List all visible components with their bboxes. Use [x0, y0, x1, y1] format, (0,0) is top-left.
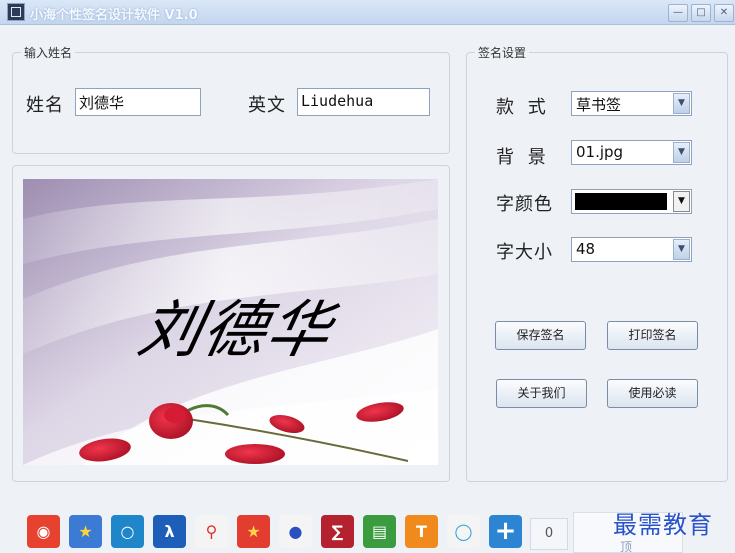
size-select-value: 48 — [576, 240, 596, 258]
baidu-icon[interactable]: ● — [279, 515, 312, 548]
color-swatch — [575, 193, 667, 210]
chevron-down-icon[interactable]: ▼ — [673, 239, 690, 260]
weibo-icon[interactable]: ◉ — [27, 515, 60, 548]
close-button[interactable]: ✕ — [714, 4, 734, 22]
style-select[interactable]: 草书签 ▼ — [571, 91, 692, 116]
minimize-button[interactable]: — — [668, 4, 688, 22]
maximize-button[interactable]: □ — [691, 4, 711, 22]
douban-icon[interactable]: ▤ — [363, 515, 396, 548]
background-label: 背 景 — [496, 147, 550, 168]
size-select[interactable]: 48 ▼ — [571, 237, 692, 262]
color-select[interactable]: ▼ — [571, 189, 692, 214]
share-counter: 0 — [530, 518, 568, 550]
color-label: 字颜色 — [496, 194, 553, 215]
signature-preview: 刘德华 — [23, 179, 438, 465]
renren-icon[interactable]: λ — [153, 515, 186, 548]
style-label: 款 式 — [496, 97, 550, 118]
pengyou-icon[interactable]: ○ — [111, 515, 144, 548]
app-icon — [7, 3, 25, 21]
print-signature-button[interactable]: 打印签名 — [607, 321, 698, 350]
star-icon[interactable]: ★ — [69, 515, 102, 548]
background-select-value: 01.jpg — [576, 143, 624, 161]
chevron-down-icon[interactable]: ▼ — [673, 93, 690, 114]
window-title: 小海个性签名设计软件 V1.0 — [30, 8, 198, 23]
app-window: 小海个性签名设计软件 V1.0 — □ ✕ 输入姓名 姓名 刘德华 英文 Liu… — [0, 0, 735, 553]
t-icon[interactable]: T — [405, 515, 438, 548]
save-signature-button[interactable]: 保存签名 — [495, 321, 586, 350]
name-input[interactable]: 刘德华 — [75, 88, 201, 116]
qq-space-icon[interactable]: ★ — [237, 515, 270, 548]
more-plus-icon[interactable]: + — [489, 515, 522, 548]
size-label: 字大小 — [496, 242, 553, 263]
name-group-legend: 输入姓名 — [21, 44, 76, 61]
watermark-text: 最需教育 — [613, 511, 713, 539]
background-select[interactable]: 01.jpg ▼ — [571, 140, 692, 165]
chevron-down-icon[interactable]: ▼ — [673, 142, 690, 163]
english-input[interactable]: Liudehua — [297, 88, 430, 116]
chevron-down-icon[interactable]: ▼ — [673, 191, 690, 212]
signature-text: 刘德华 — [132, 293, 340, 366]
tencent-weibo-icon[interactable]: ⚲ — [195, 515, 228, 548]
style-select-value: 草书签 — [576, 96, 622, 114]
help-button[interactable]: 使用必读 — [607, 379, 698, 408]
name-label: 姓名 — [26, 95, 64, 116]
settings-group-legend: 签名设置 — [475, 44, 530, 61]
top-label[interactable]: 顶 — [620, 538, 632, 553]
title-bar: 小海个性签名设计软件 V1.0 — □ ✕ — [0, 0, 735, 25]
kaixin-icon[interactable]: ∑ — [321, 515, 354, 548]
qzone-icon[interactable]: ◯ — [447, 515, 480, 548]
english-label: 英文 — [248, 95, 286, 116]
about-us-button[interactable]: 关于我们 — [496, 379, 587, 408]
